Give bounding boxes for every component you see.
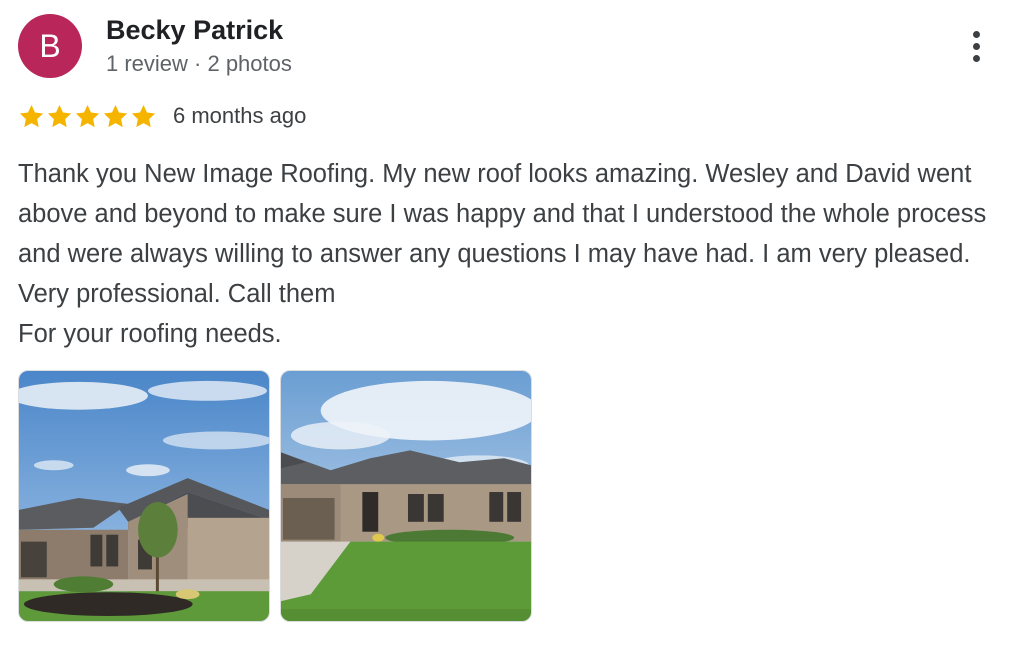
more-vert-icon [972,30,980,38]
review-time: 6 months ago [173,103,307,128]
review-photo-1[interactable] [18,370,270,622]
more-options-button[interactable] [958,26,994,66]
review-photo-2[interactable] [280,370,532,622]
avatar-initial: B [39,27,61,64]
more-vert-icon-dot [972,54,980,62]
star-icon [75,104,100,127]
review-text: Thank you New Image Roofing. My new roof… [18,160,987,348]
more-vert-icon-dot [972,42,980,50]
house-photo-image [281,371,531,621]
rating-row: 6 months ago [18,102,306,130]
star-icon [47,104,72,127]
star-icon [131,104,156,127]
reviewer-name[interactable]: Becky Patrick [106,14,283,46]
reviewer-meta: 1 review · 2 photos [106,51,292,76]
reviewer-avatar[interactable]: B [18,14,82,78]
star-rating [18,103,157,130]
review-photos [18,370,532,622]
star-icon [19,104,44,127]
house-photo-image [19,371,269,621]
star-icon [103,104,128,127]
